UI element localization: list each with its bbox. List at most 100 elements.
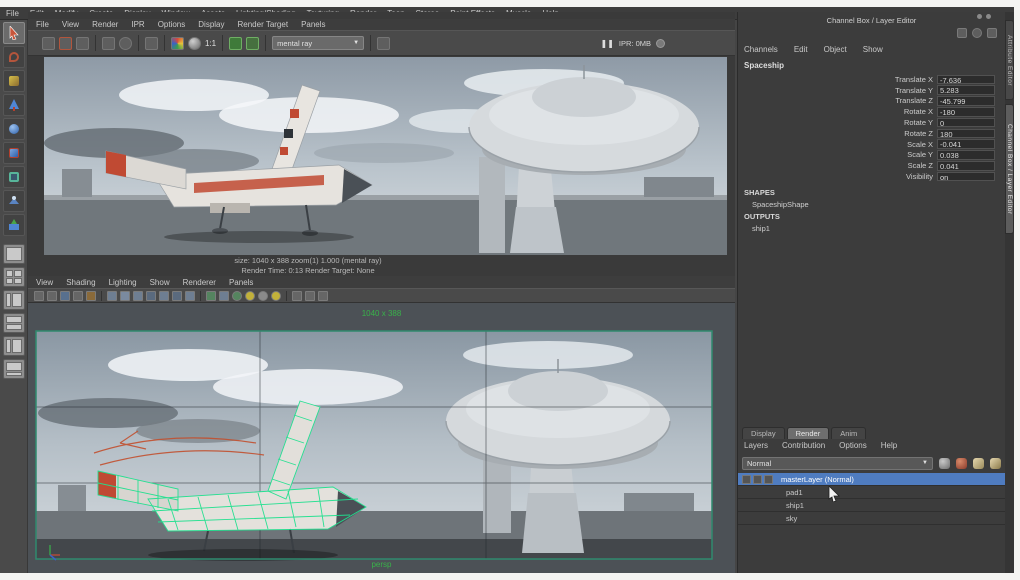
channel-row-scale-z[interactable]: Scale Z 0.041 xyxy=(845,160,995,171)
render-settings-icon[interactable] xyxy=(377,36,391,50)
lock-camera-icon[interactable] xyxy=(47,290,57,301)
channel-row-scale-x[interactable]: Scale X -0.041 xyxy=(845,139,995,150)
layout-persp-outliner-button[interactable] xyxy=(2,290,25,310)
channel-row-visibility[interactable]: Visibility on xyxy=(845,171,995,182)
pause-ipr-icon[interactable]: ❚❚ xyxy=(601,39,614,48)
channel-row-scale-y[interactable]: Scale Y 0.038 xyxy=(845,150,995,161)
keep-image-icon[interactable] xyxy=(229,36,243,50)
lasso-tool-button[interactable] xyxy=(2,46,25,68)
film-gate-icon[interactable] xyxy=(219,290,229,301)
update-region-icon[interactable] xyxy=(145,36,158,50)
tab-anim[interactable]: Anim xyxy=(831,427,867,439)
layout-persp-relationship-button[interactable] xyxy=(2,359,25,379)
rotate-tool-button[interactable] xyxy=(2,118,25,140)
select-tool-button[interactable] xyxy=(2,22,25,44)
cb-menu-object[interactable]: Object xyxy=(824,45,847,54)
speed-slow-icon[interactable] xyxy=(957,28,967,38)
selected-object-name[interactable]: Spaceship xyxy=(744,61,784,70)
cb-menu-channels[interactable]: Channels xyxy=(744,45,778,54)
cb-menu-edit[interactable]: Edit xyxy=(794,45,808,54)
separate-view-icon[interactable] xyxy=(305,290,315,301)
multi-pane-icon[interactable] xyxy=(318,290,328,301)
show-manipulator-button[interactable] xyxy=(2,214,25,236)
vp-menu-renderer[interactable]: Renderer xyxy=(183,278,216,287)
window-controls[interactable] xyxy=(977,14,991,19)
alpha-channel-icon[interactable] xyxy=(188,36,201,50)
field-chart-icon[interactable] xyxy=(232,290,242,301)
render-current-layer-icon[interactable] xyxy=(956,457,967,469)
snapshot-camera-icon[interactable] xyxy=(76,36,89,50)
create-empty-layer-icon[interactable] xyxy=(973,457,984,469)
rv-menu-render-target[interactable]: Render Target xyxy=(238,20,289,29)
move-tool-button[interactable] xyxy=(2,94,25,116)
one-to-one-button[interactable]: 1:1 xyxy=(205,39,216,48)
tab-attribute-editor[interactable]: Attribute Editor xyxy=(1005,20,1014,100)
ipr-render-icon[interactable] xyxy=(102,36,115,50)
stop-render-icon[interactable] xyxy=(656,38,665,48)
rv-menu-options[interactable]: Options xyxy=(158,20,186,29)
layer-row-sky[interactable]: sky xyxy=(738,512,1005,525)
resolution-gate-icon[interactable] xyxy=(206,290,216,301)
smooth-shade-icon[interactable] xyxy=(120,290,130,301)
layout-single-pane-button[interactable] xyxy=(2,244,25,264)
paint-select-tool-button[interactable] xyxy=(2,70,25,92)
remove-image-icon[interactable] xyxy=(246,36,260,50)
vp-menu-view[interactable]: View xyxy=(36,278,53,287)
tab-render[interactable]: Render xyxy=(786,427,830,439)
layout-four-pane-button[interactable] xyxy=(2,267,25,287)
rgb-channels-icon[interactable] xyxy=(171,36,184,50)
blend-mode-dropdown[interactable]: Normal ▼ xyxy=(742,456,933,470)
lights-icon[interactable] xyxy=(159,290,169,301)
channel-row-rotate-y[interactable]: Rotate Y0 xyxy=(845,117,995,128)
refresh-ipr-icon[interactable] xyxy=(119,36,132,50)
layer-row-pad1[interactable]: pad1 xyxy=(738,486,1005,499)
select-camera-icon[interactable] xyxy=(34,290,44,301)
wireframe-icon[interactable] xyxy=(107,290,117,301)
channel-row-translate-x[interactable]: Translate X -7.636 xyxy=(845,74,995,85)
soft-mod-tool-button[interactable] xyxy=(2,190,25,212)
layout-hypershade-persp-button[interactable] xyxy=(2,336,25,356)
safe-action-icon[interactable] xyxy=(245,290,255,301)
shadows-icon[interactable] xyxy=(172,290,182,301)
textured-icon[interactable] xyxy=(133,290,143,301)
le-menu-contribution[interactable]: Contribution xyxy=(782,441,825,450)
menu-file[interactable]: File xyxy=(6,9,19,18)
cb-menu-show[interactable]: Show xyxy=(863,45,883,54)
rv-menu-ipr[interactable]: IPR xyxy=(131,20,144,29)
layer-row-ship1[interactable]: ship1 xyxy=(738,499,1005,512)
perspective-viewport[interactable]: 1040 x 388 persp xyxy=(28,303,735,573)
channel-row-translate-y[interactable]: Translate Y 5.283 xyxy=(845,85,995,96)
vp-menu-panels[interactable]: Panels xyxy=(229,278,253,287)
rv-menu-view[interactable]: View xyxy=(62,20,79,29)
rv-menu-file[interactable]: File xyxy=(36,20,49,29)
use-default-material-icon[interactable] xyxy=(146,290,156,301)
redo-previous-render-icon[interactable] xyxy=(42,36,55,50)
vp-menu-shading[interactable]: Shading xyxy=(66,278,95,287)
le-menu-options[interactable]: Options xyxy=(839,441,867,450)
create-layer-from-selection-icon[interactable] xyxy=(990,457,1001,469)
channel-row-translate-z[interactable]: Translate Z -45.799 xyxy=(845,96,995,107)
textures-icon[interactable] xyxy=(185,290,195,301)
vp-menu-show[interactable]: Show xyxy=(150,278,170,287)
layout-persp-graph-button[interactable] xyxy=(2,313,25,333)
shape-node-name[interactable]: SpaceshipShape xyxy=(752,200,809,209)
le-menu-help[interactable]: Help xyxy=(881,441,897,450)
render-all-layers-icon[interactable] xyxy=(939,457,950,469)
camera-attributes-icon[interactable] xyxy=(60,290,70,301)
tab-display[interactable]: Display xyxy=(742,427,785,439)
speed-medium-icon[interactable] xyxy=(972,28,982,38)
bookmarks-icon[interactable] xyxy=(73,290,83,301)
scale-tool-button[interactable] xyxy=(2,142,25,164)
universal-manipulator-button[interactable] xyxy=(2,166,25,188)
renderer-dropdown[interactable]: mental ray ▼ xyxy=(272,36,365,50)
manipulator-icon[interactable] xyxy=(987,28,997,38)
rv-menu-render[interactable]: Render xyxy=(92,20,118,29)
tab-channel-box-layer-editor[interactable]: Channel Box / Layer Editor xyxy=(1005,104,1014,234)
channel-row-rotate-z[interactable]: Rotate Z 180 xyxy=(845,128,995,139)
le-menu-layers[interactable]: Layers xyxy=(744,441,768,450)
rv-menu-display[interactable]: Display xyxy=(198,20,224,29)
output-node-name[interactable]: ship1 xyxy=(752,224,770,233)
vp-menu-lighting[interactable]: Lighting xyxy=(109,278,137,287)
layer-toggles[interactable] xyxy=(742,474,773,484)
render-region-icon[interactable] xyxy=(59,36,72,50)
